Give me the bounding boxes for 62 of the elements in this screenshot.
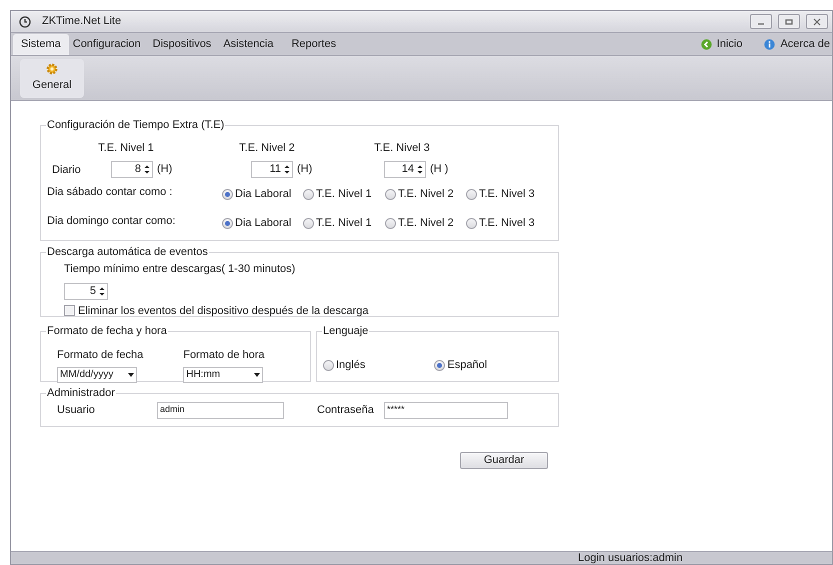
menu-tab[interactable]: Sistema: [13, 34, 69, 55]
spinner-arrows-icon: [417, 164, 423, 175]
group-legend: Configuración de Tiempo Extra (T.E): [46, 118, 226, 132]
spinner-arrows-icon: [144, 164, 150, 175]
window-title: ZKTime.Net Lite: [42, 14, 122, 30]
save-button[interactable]: Guardar: [460, 452, 548, 469]
menu-link[interactable]: Inicio: [700, 36, 742, 53]
clock-icon: [19, 16, 31, 28]
unit-label: (H): [157, 162, 172, 178]
radio-option[interactable]: Español: [434, 350, 488, 381]
radio-option[interactable]: Dia Laboral: [222, 215, 292, 232]
field-label: Usuario: [57, 402, 96, 418]
spinner-arrows-icon: [284, 164, 290, 175]
column-header: T.E. Nivel 1: [97, 141, 155, 156]
radio-option[interactable]: T.E. Nivel 3: [466, 186, 535, 202]
general-button[interactable]: General: [20, 58, 84, 98]
radio-option[interactable]: Inglés: [323, 350, 366, 381]
number-spinner[interactable]: 11: [251, 161, 293, 178]
caret-icon: [254, 372, 260, 376]
column-header: T.E. Nivel 3: [373, 141, 431, 156]
dropdown[interactable]: HH:mm: [183, 366, 264, 382]
close-icon: [813, 18, 821, 26]
field-label: Formato de hora: [183, 348, 265, 363]
menu-tab[interactable]: Reportes: [287, 34, 344, 55]
menu-link[interactable]: Acerca de: [764, 36, 830, 53]
minimize-button[interactable]: [750, 14, 772, 29]
field-label: Contraseña: [317, 402, 375, 418]
password-field[interactable]: *****: [384, 402, 508, 418]
radio-option[interactable]: T.E. Nivel 3: [466, 215, 535, 232]
radio-option[interactable]: T.E. Nivel 1: [303, 186, 372, 202]
maximize-button[interactable]: [778, 14, 800, 29]
row-label: Diario: [52, 163, 81, 178]
status-text: Login usuarios:admin: [578, 552, 683, 564]
dropdown[interactable]: MM/dd/yyyy: [57, 366, 137, 382]
row-label: Dia sábado contar como :: [47, 185, 172, 200]
maximize-icon: [785, 18, 793, 26]
menu-tab[interactable]: Configuracion: [68, 34, 149, 55]
input-field[interactable]: admin: [157, 402, 284, 418]
close-button[interactable]: [806, 14, 828, 29]
column-header: T.E. Nivel 2: [238, 141, 296, 156]
info-icon: [764, 39, 776, 50]
menu-tab[interactable]: Asistencia: [219, 34, 282, 55]
number-spinner[interactable]: 14: [384, 161, 426, 178]
number-spinner[interactable]: 8: [111, 161, 153, 178]
caret-icon: [128, 372, 134, 376]
radio-option[interactable]: Dia Laboral: [222, 186, 292, 202]
field-label: Formato de fecha: [57, 348, 144, 363]
group-legend: Descarga automática de eventos: [46, 245, 209, 259]
radio-option[interactable]: T.E. Nivel 1: [303, 215, 372, 232]
radio-option[interactable]: T.E. Nivel 2: [385, 215, 454, 232]
menu-tab[interactable]: Dispositivos: [148, 34, 220, 55]
field-label: Tiempo mínimo entre descargas( 1-30 minutos): [64, 262, 296, 277]
radio-option[interactable]: T.E. Nivel 2: [385, 186, 454, 202]
group-legend: Formato de fecha y hora: [46, 324, 168, 338]
unit-label: (H ): [430, 162, 448, 178]
unit-label: (H): [297, 162, 312, 178]
number-spinner[interactable]: 5: [64, 282, 108, 300]
gear-icon: [46, 62, 58, 75]
checkbox-option[interactable]: Eliminar los eventos del dispositivo después de la descarga: [64, 302, 368, 319]
group-legend: Lenguaje: [322, 324, 370, 338]
row-label: Dia domingo contar como:: [47, 214, 176, 229]
spinner-arrows-icon: [99, 286, 105, 296]
